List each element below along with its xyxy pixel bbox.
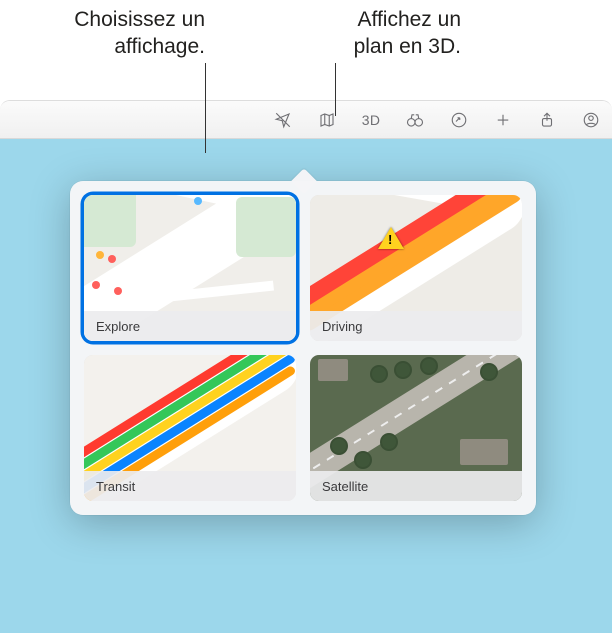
map-mode-popover: Explore Driving — [70, 181, 536, 515]
callout-line — [205, 63, 206, 153]
map-canvas[interactable]: Explore Driving — [0, 139, 612, 633]
share-icon[interactable] — [534, 107, 560, 133]
mode-grid: Explore Driving — [84, 195, 522, 501]
tile-label: Transit — [84, 471, 296, 501]
maps-window: 3D — [0, 100, 612, 633]
callout-show-3d: Affichez un plan en 3D. — [330, 6, 461, 61]
3d-label: 3D — [362, 112, 381, 128]
mode-tile-satellite[interactable]: Satellite — [310, 355, 522, 501]
tile-label: Driving — [310, 311, 522, 341]
tile-label: Explore — [84, 311, 296, 341]
location-arrow-icon[interactable] — [270, 107, 296, 133]
callout-line — [335, 63, 336, 116]
plus-icon[interactable] — [490, 107, 516, 133]
mode-tile-driving[interactable]: Driving — [310, 195, 522, 341]
callouts-region: Choisissez un affichage. Affichez un pla… — [0, 0, 612, 100]
account-icon[interactable] — [578, 107, 604, 133]
tile-label: Satellite — [310, 471, 522, 501]
binoculars-icon[interactable] — [402, 107, 428, 133]
toolbar: 3D — [0, 101, 612, 139]
callout-choose-view: Choisissez un affichage. — [50, 6, 205, 61]
3d-button[interactable]: 3D — [358, 107, 384, 133]
map-mode-icon[interactable] — [314, 107, 340, 133]
mode-tile-explore[interactable]: Explore — [84, 195, 296, 341]
mode-tile-transit[interactable]: Transit — [84, 355, 296, 501]
directions-icon[interactable] — [446, 107, 472, 133]
